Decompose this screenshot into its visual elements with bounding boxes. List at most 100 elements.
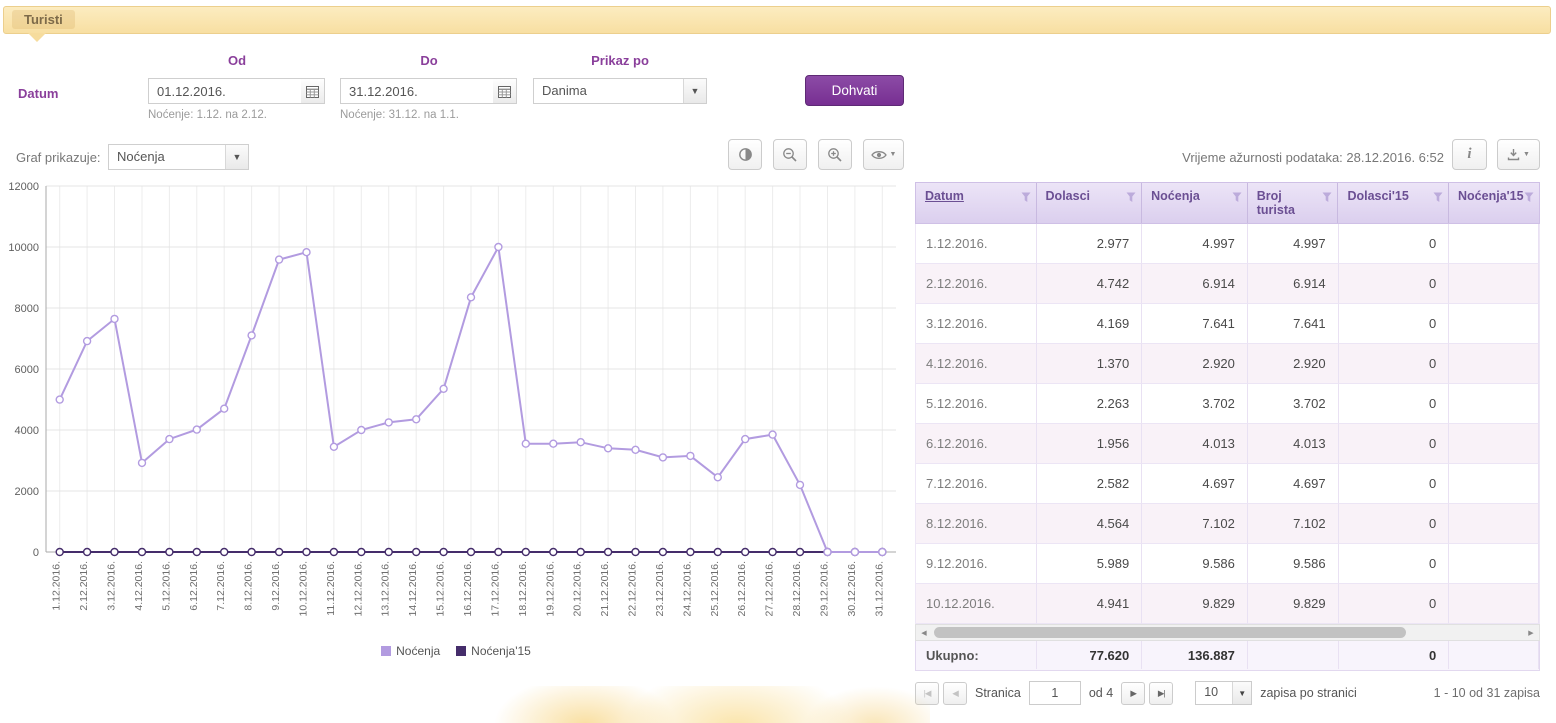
column-header-label[interactable]: Broj turista [1257,189,1295,217]
graf-prikazuje-label: Graf prikazuje: [16,150,101,165]
column-header-3[interactable]: Broj turista [1248,183,1339,223]
table-row[interactable]: 1.12.2016.2.9774.9974.9970 [915,224,1540,264]
column-header-label[interactable]: Dolasci'15 [1347,189,1408,203]
active-tab-pointer [28,33,46,42]
prev-page-button[interactable]: ◀ [943,682,967,705]
table-row[interactable]: 9.12.2016.5.9899.5869.5860 [915,544,1540,584]
chevron-down-icon[interactable]: ▼ [683,79,706,103]
filter-icon[interactable] [1232,192,1242,203]
table-row[interactable]: 3.12.2016.4.1697.6417.6410 [915,304,1540,344]
filter-icon[interactable] [1524,192,1534,203]
column-header-0[interactable]: Datum [916,183,1037,223]
column-header-4[interactable]: Dolasci'15 [1338,183,1449,223]
filter-icon[interactable] [1322,192,1332,203]
cell-value: 9.829 [1142,584,1248,624]
graf-series-value: Noćenja [109,145,225,169]
date-from-input[interactable] [148,78,303,104]
date-to-input[interactable] [340,78,495,104]
cell-value: 7.641 [1142,304,1248,344]
next-page-button[interactable]: ▶ [1121,682,1145,705]
prikaz-po-select[interactable]: Danima ▼ [533,78,707,104]
column-header-1[interactable]: Dolasci [1037,183,1143,223]
date-to-calendar-button[interactable] [493,78,517,104]
chevron-down-icon[interactable]: ▼ [1232,682,1251,704]
cell-value: 7.641 [1248,304,1339,344]
svg-text:8.12.2016.: 8.12.2016. [243,561,255,611]
cell-value: 0 [1339,424,1450,464]
total-value: 136.887 [1142,641,1248,669]
cell-value: 2.582 [1037,464,1143,504]
svg-text:18.12.2016.: 18.12.2016. [517,561,529,616]
page-size-select[interactable]: 10 ▼ [1195,681,1252,705]
table-row[interactable]: 8.12.2016.4.5647.1027.1020 [915,504,1540,544]
chevron-down-icon[interactable]: ▼ [225,145,248,169]
cell-value: 4.697 [1248,464,1339,504]
stranica-label: Stranica [975,686,1021,700]
svg-text:3.12.2016.: 3.12.2016. [106,561,118,611]
cell-date: 6.12.2016. [916,424,1037,464]
cell-value: 0 [1339,304,1450,344]
column-header-label[interactable]: Noćenja'15 [1458,189,1524,203]
filter-icon[interactable] [1126,192,1136,203]
eye-icon [871,149,887,161]
column-header-label[interactable]: Datum [925,189,964,203]
table-row[interactable]: 2.12.2016.4.7426.9146.9140 [915,264,1540,304]
scroll-left-arrow[interactable]: ◀ [916,625,932,640]
toggle-button[interactable] [728,139,762,170]
cell-value: 0 [1339,224,1450,264]
svg-text:7.12.2016.: 7.12.2016. [215,561,227,611]
tab-turisti[interactable]: Turisti [12,10,75,29]
table-row[interactable]: 6.12.2016.1.9564.0134.0130 [915,424,1540,464]
legend-item[interactable]: Noćenja [381,644,440,658]
first-page-button[interactable]: |◀ [915,682,939,705]
date-from-calendar-button[interactable] [301,78,325,104]
legend-item[interactable]: Noćenja'15 [456,644,531,658]
page-count-label: od 4 [1089,686,1113,700]
cell-value [1449,584,1539,624]
svg-text:29.12.2016.: 29.12.2016. [819,561,831,616]
cell-value: 5.989 [1037,544,1143,584]
column-header-5[interactable]: Noćenja'15 [1449,183,1539,223]
series-visibility-button[interactable]: ▼ [863,139,904,170]
cell-value [1449,544,1539,584]
records-range-text: 1 - 10 od 31 zapisa [1434,686,1540,700]
table-row[interactable]: 7.12.2016.2.5824.6974.6970 [915,464,1540,504]
svg-text:10000: 10000 [8,242,39,254]
column-header-label[interactable]: Noćenja [1151,189,1200,203]
page-number-input[interactable] [1029,681,1081,705]
scroll-right-arrow[interactable]: ▶ [1523,625,1539,640]
export-button[interactable]: ▼ [1497,139,1540,170]
bottom-decoration [470,686,930,723]
cell-value: 4.997 [1248,224,1339,264]
horizontal-scrollbar[interactable]: ◀ ▶ [915,624,1540,641]
info-button[interactable]: i [1452,139,1487,170]
table-row[interactable]: 5.12.2016.2.2633.7023.7020 [915,384,1540,424]
datum-label: Datum [18,86,58,101]
chart-plot-area[interactable]: 1.12.2016.2.12.2016.3.12.2016.4.12.2016.… [6,180,906,642]
table-row[interactable]: 10.12.2016.4.9419.8299.8290 [915,584,1540,624]
line-chart[interactable]: 1.12.2016.2.12.2016.3.12.2016.4.12.2016.… [6,180,906,672]
svg-text:12.12.2016.: 12.12.2016. [352,561,364,616]
zoom-in-button[interactable] [818,139,852,170]
graf-series-select[interactable]: Noćenja ▼ [108,144,249,170]
filter-icon[interactable] [1433,192,1443,203]
total-value [1449,641,1539,669]
cell-value: 4.013 [1248,424,1339,464]
svg-text:31.12.2016.: 31.12.2016. [873,561,885,616]
last-page-button[interactable]: ▶| [1149,682,1173,705]
table-row[interactable]: 4.12.2016.1.3702.9202.9200 [915,344,1540,384]
cell-value: 4.997 [1142,224,1248,264]
column-header-label[interactable]: Dolasci [1046,189,1090,203]
chart-legend: Noćenja Noćenja'15 [6,644,906,658]
dohvati-button[interactable]: Dohvati [805,75,904,106]
svg-text:24.12.2016.: 24.12.2016. [681,561,693,616]
filter-icon[interactable] [1021,192,1031,203]
cell-date: 3.12.2016. [916,304,1037,344]
svg-text:27.12.2016.: 27.12.2016. [764,561,776,616]
scrollbar-thumb[interactable] [934,627,1406,638]
zoom-out-button[interactable] [773,139,807,170]
svg-text:23.12.2016.: 23.12.2016. [654,561,666,616]
cell-value: 1.370 [1037,344,1143,384]
calendar-icon [306,85,319,98]
column-header-2[interactable]: Noćenja [1142,183,1248,223]
